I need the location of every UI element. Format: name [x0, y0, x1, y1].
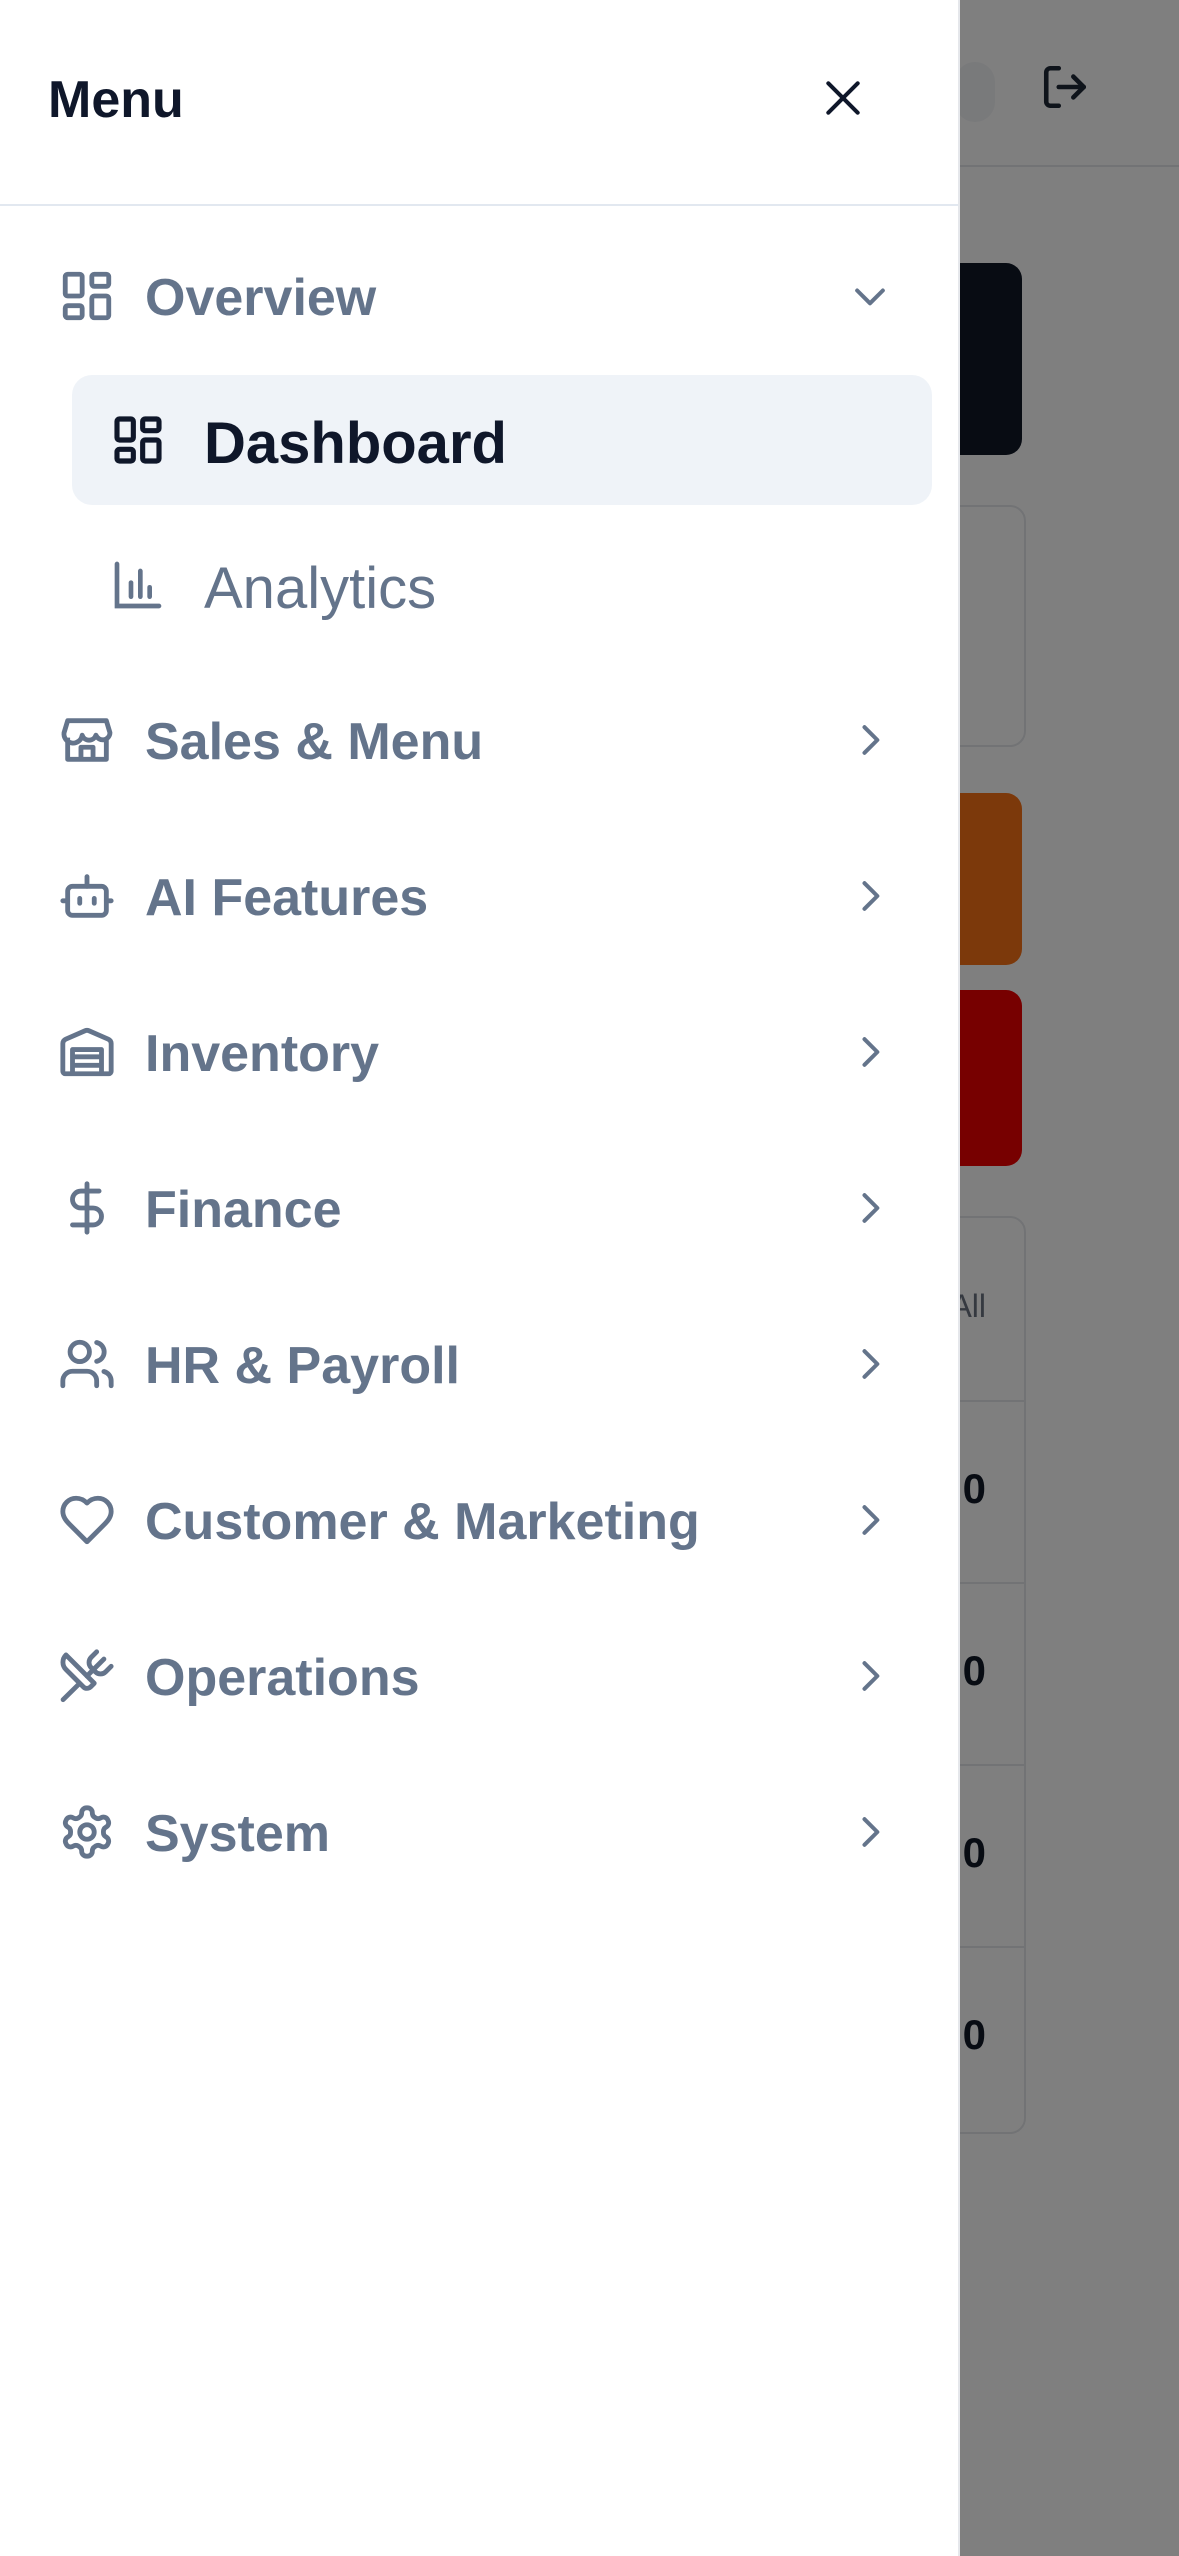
dashboard-icon — [110, 412, 166, 468]
chevron-right-icon — [848, 1342, 892, 1386]
menu-group-label: System — [145, 1805, 330, 1863]
warehouse-icon — [58, 1023, 116, 1081]
menu-group-inventory[interactable]: Inventory — [30, 992, 930, 1112]
drawer-title: Menu — [48, 71, 184, 129]
heart-icon — [58, 1491, 116, 1549]
menu-group-finance[interactable]: Finance — [30, 1148, 930, 1268]
menu-group-hr-payroll[interactable]: HR & Payroll — [30, 1304, 930, 1424]
menu-group-sales-menu[interactable]: Sales & Menu — [30, 680, 930, 800]
chevron-down-icon — [848, 274, 892, 318]
chevron-right-icon — [848, 1810, 892, 1854]
menu-group-ai-features[interactable]: AI Features — [30, 836, 930, 956]
menu-group-label: Overview — [145, 269, 377, 327]
utensils-crossed-icon — [58, 1647, 116, 1705]
chevron-right-icon — [848, 1498, 892, 1542]
menu-group-customer-marketing[interactable]: Customer & Marketing — [30, 1460, 930, 1580]
menu-group-system[interactable]: System — [30, 1772, 930, 1892]
chevron-right-icon — [848, 874, 892, 918]
chevron-right-icon — [848, 718, 892, 762]
close-icon — [821, 76, 865, 120]
dollar-icon — [58, 1179, 116, 1237]
sidebar-item-analytics[interactable]: Analytics — [72, 520, 932, 650]
sidebar-item-label: Analytics — [204, 556, 437, 621]
menu-group-label: Inventory — [145, 1025, 380, 1083]
chevron-right-icon — [848, 1030, 892, 1074]
menu-group-operations[interactable]: Operations — [30, 1616, 930, 1736]
bot-icon — [58, 867, 116, 925]
sidebar-item-dashboard[interactable]: Dashboard — [72, 375, 932, 505]
layout-grid-icon — [58, 267, 116, 325]
chevron-right-icon — [848, 1654, 892, 1698]
drawer-header: Menu — [0, 0, 958, 206]
menu-group-label: Finance — [145, 1181, 342, 1239]
menu-group-overview[interactable]: Overview — [30, 236, 930, 356]
menu-group-label: HR & Payroll — [145, 1337, 460, 1395]
chevron-right-icon — [848, 1186, 892, 1230]
menu-group-label: AI Features — [145, 869, 429, 927]
bar-chart-icon — [110, 557, 166, 613]
store-icon — [58, 711, 116, 769]
close-button[interactable] — [815, 70, 871, 126]
menu-group-label: Customer & Marketing — [145, 1493, 700, 1551]
menu-group-label: Operations — [145, 1649, 420, 1707]
sidebar-item-label: Dashboard — [204, 411, 507, 476]
menu-group-label: Sales & Menu — [145, 713, 484, 771]
navigation-drawer: Menu Overview Dashboard Analytics Sales … — [0, 0, 960, 2556]
settings-icon — [58, 1803, 116, 1861]
users-icon — [58, 1335, 116, 1393]
